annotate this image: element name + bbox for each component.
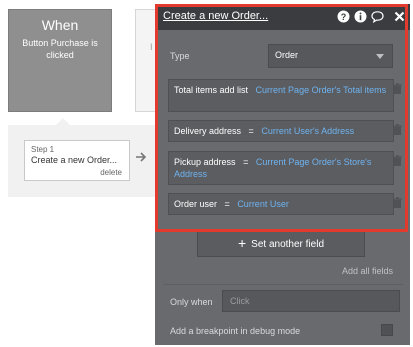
close-icon[interactable] [393,10,406,23]
next-event-label: I [150,42,153,52]
field-equals: = [238,157,254,167]
field-value[interactable]: Current User's Address [261,126,354,136]
field-name: Total items add list [174,85,254,95]
step-title: Create a new Order... [31,155,118,165]
field-name: Order user [174,199,218,209]
step-label: Step 1 [31,145,55,154]
chevron-down-icon [376,54,384,59]
step-delete-link[interactable]: delete [100,168,122,177]
arrow-right-icon [136,152,147,162]
field-value[interactable]: Current User [237,199,289,209]
trash-icon[interactable] [392,155,403,167]
workflow-editor: When Button Purchase is clicked I Step 1… [0,0,413,347]
event-title: When [41,17,79,33]
field-row-delivery-address[interactable]: Delivery address = Current User's Addres… [168,120,394,142]
trash-icon[interactable] [392,83,403,95]
event-card[interactable]: When Button Purchase is clicked [8,9,112,112]
panel-title[interactable]: Create a new Order... [163,10,268,22]
only-when-placeholder: Click [230,296,250,306]
panel-header: Create a new Order... ? [155,4,410,30]
help-icon[interactable]: ? [337,10,350,23]
only-when-label: Only when [170,297,213,307]
field-row-total-items[interactable]: Total items add list Current Page Order'… [168,79,394,112]
trash-icon[interactable] [392,124,403,136]
field-name: Delivery address [174,126,242,136]
property-editor: Create a new Order... ? Type Order Total… [155,4,410,345]
field-name: Pickup address [174,157,236,167]
plus-icon: + [237,235,247,251]
type-label: Type [170,51,190,61]
divider [163,284,403,285]
type-select-value: Order [275,50,299,60]
svg-text:?: ? [341,12,347,22]
breakpoint-checkbox[interactable] [381,324,393,336]
comment-icon[interactable] [371,10,384,23]
step-card[interactable]: Step 1 Create a new Order... delete [24,140,130,181]
field-row-order-user[interactable]: Order user = Current User [168,193,394,215]
field-equals: = [219,199,235,209]
event-description: Button Purchase is clicked [22,38,98,60]
breakpoint-label: Add a breakpoint in debug mode [170,326,301,336]
info-icon[interactable] [354,10,367,23]
field-equals: = [243,126,259,136]
set-another-field-label: Set another field [251,239,324,250]
type-select[interactable]: Order [268,44,393,68]
trash-icon[interactable] [392,197,403,209]
only-when-input[interactable]: Click [222,290,400,312]
add-all-fields-link[interactable]: Add all fields [342,266,393,276]
field-value[interactable]: Current Page Order's Total items [256,85,387,95]
set-another-field-button[interactable]: + Set another field [197,230,365,257]
field-row-pickup-address[interactable]: Pickup address = Current Page Order's St… [168,151,394,185]
